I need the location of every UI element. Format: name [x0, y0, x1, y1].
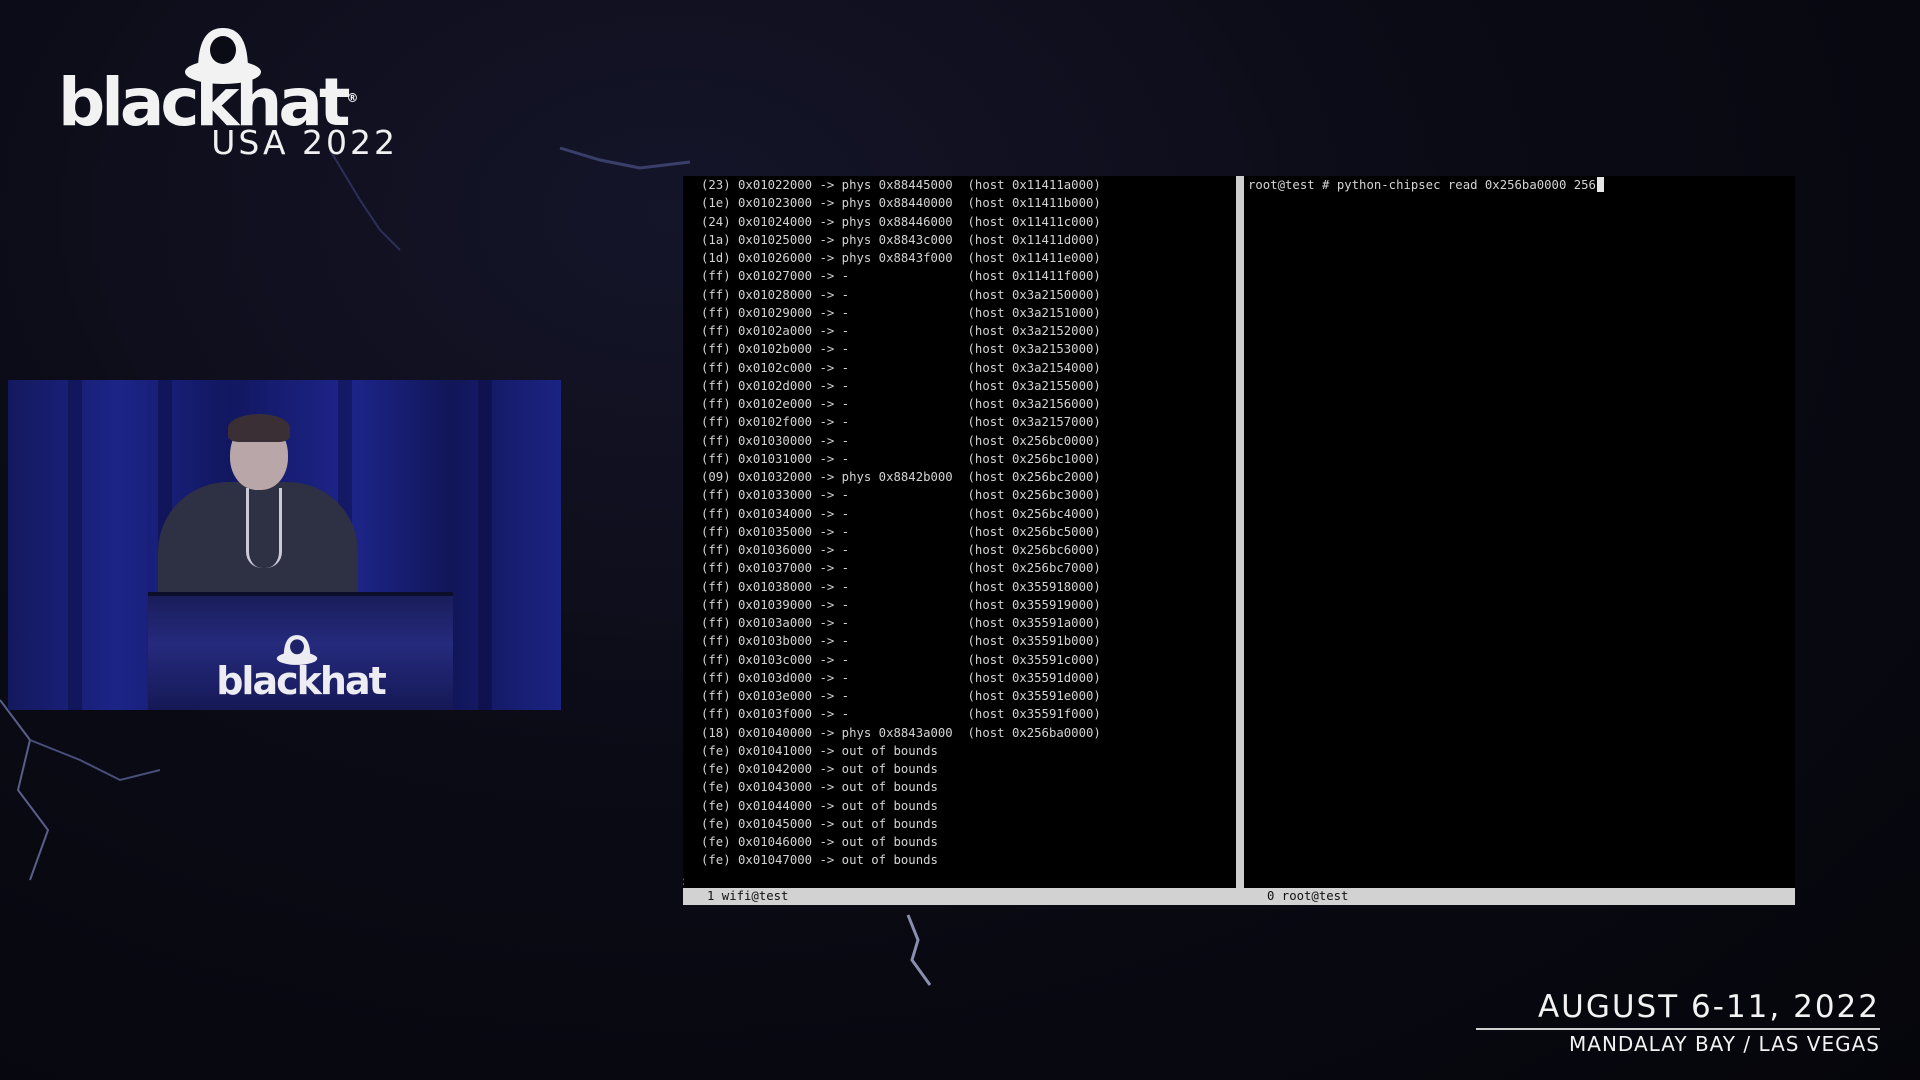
date-divider — [1476, 1028, 1880, 1030]
terminal-line: (ff) 0x0103c000 -> - (host 0x35591c000) — [701, 652, 1101, 667]
terminal-line: (ff) 0x0103b000 -> - (host 0x35591b000) — [701, 634, 1101, 649]
terminal-line: (fe) 0x01044000 -> out of bounds — [701, 798, 938, 813]
podium: blackhat — [148, 592, 453, 710]
terminal-line: (ff) 0x01034000 -> - (host 0x256bc4000) — [701, 506, 1101, 521]
pager-prompt: : — [683, 874, 686, 888]
terminal-line: (ff) 0x0103f000 -> - (host 0x35591f000) — [701, 707, 1101, 722]
terminal-line: (18) 0x01040000 -> phys 0x8843a000 (host… — [701, 725, 1101, 740]
speaker-hair — [228, 414, 290, 442]
terminal-pane-left[interactable]: (23) 0x01022000 -> phys 0x88445000 (host… — [683, 176, 1235, 888]
terminal-cursor — [1596, 177, 1604, 192]
window-tab-root[interactable]: 0 root@test — [1267, 888, 1348, 905]
terminal-line: (fe) 0x01041000 -> out of bounds — [701, 743, 938, 758]
speaker-video: blackhat — [8, 380, 561, 710]
terminal-line: (fe) 0x01042000 -> out of bounds — [701, 762, 938, 776]
pane-divider[interactable] — [1236, 176, 1244, 888]
terminal-line: (ff) 0x01037000 -> - (host 0x256bc7000) — [701, 561, 1101, 576]
terminal-line: (ff) 0x0103d000 -> - (host 0x35591d000) — [701, 670, 1101, 685]
terminal-line: (ff) 0x0102b000 -> - (host 0x3a2153000) — [701, 342, 1101, 357]
terminal-output: (23) 0x01022000 -> phys 0x88445000 (host… — [701, 176, 1101, 870]
terminal-line: (ff) 0x0103e000 -> - (host 0x35591e000) — [701, 689, 1101, 703]
terminal-line: (ff) 0x01029000 -> - (host 0x3a2151000) — [701, 305, 1101, 320]
shell-command-line[interactable]: root@test # python-chipsec read 0x256ba0… — [1248, 176, 1604, 194]
terminal-line: (ff) 0x0102e000 -> - (host 0x3a2156000) — [701, 397, 1101, 411]
shell-command-text: root@test # python-chipsec read 0x256ba0… — [1248, 178, 1596, 192]
terminal-line: (ff) 0x0102a000 -> - (host 0x3a2152000) — [701, 324, 1101, 338]
terminal-line: (ff) 0x0102f000 -> - (host 0x3a2157000) — [701, 415, 1101, 430]
logo-subtitle: USA 2022 — [211, 123, 398, 162]
terminal-line: (ff) 0x01033000 -> - (host 0x256bc3000) — [701, 488, 1101, 503]
blackhat-logo: blackhat® USA 2022 — [58, 26, 398, 162]
terminal-window[interactable]: (23) 0x01022000 -> phys 0x88445000 (host… — [683, 176, 1795, 905]
terminal-line: (09) 0x01032000 -> phys 0x8842b000 (host… — [701, 470, 1101, 484]
terminal-line: (1d) 0x01026000 -> phys 0x8843f000 (host… — [701, 251, 1101, 265]
window-tab-wifi[interactable]: 1 wifi@test — [707, 888, 788, 905]
terminal-line: (23) 0x01022000 -> phys 0x88445000 (host… — [701, 178, 1101, 192]
terminal-line: (fe) 0x01045000 -> out of bounds — [701, 816, 938, 831]
terminal-line: (fe) 0x01046000 -> out of bounds — [701, 835, 938, 849]
event-date: AUGUST 6-11, 2022 — [1537, 989, 1880, 1025]
speaker-lanyard — [246, 488, 282, 568]
terminal-line: (24) 0x01024000 -> phys 0x88446000 (host… — [701, 214, 1101, 229]
terminal-pane-right[interactable]: root@test # python-chipsec read 0x256ba0… — [1244, 176, 1795, 888]
terminal-line: (fe) 0x01043000 -> out of bounds — [701, 780, 938, 795]
terminal-line: (ff) 0x01031000 -> - (host 0x256bc1000) — [701, 451, 1101, 466]
terminal-line: (ff) 0x0102c000 -> - (host 0x3a2154000) — [701, 360, 1101, 375]
terminal-line: (ff) 0x01027000 -> - (host 0x11411f000) — [701, 269, 1101, 284]
terminal-line: (1e) 0x01023000 -> phys 0x88440000 (host… — [701, 196, 1101, 211]
podium-wordmark: blackhat — [216, 659, 387, 703]
event-venue: MANDALAY BAY / LAS VEGAS — [1569, 1032, 1880, 1056]
tmux-status-bar: 1 wifi@test 0 root@test — [683, 888, 1795, 905]
terminal-line: (ff) 0x01036000 -> - (host 0x256bc6000) — [701, 543, 1101, 557]
terminal-line: (ff) 0x01038000 -> - (host 0x355918000) — [701, 579, 1101, 594]
terminal-line: (ff) 0x01030000 -> - (host 0x256bc0000) — [701, 433, 1101, 448]
terminal-line: (ff) 0x01028000 -> - (host 0x3a2150000) — [701, 287, 1101, 302]
terminal-line: (ff) 0x0102d000 -> - (host 0x3a2155000) — [701, 378, 1101, 393]
terminal-line: (1a) 0x01025000 -> phys 0x8843c000 (host… — [701, 232, 1101, 247]
registered-mark: ® — [346, 91, 359, 105]
terminal-line: (ff) 0x01035000 -> - (host 0x256bc5000) — [701, 524, 1101, 539]
terminal-line: (fe) 0x01047000 -> out of bounds — [701, 853, 938, 868]
terminal-line: (ff) 0x0103a000 -> - (host 0x35591a000) — [701, 616, 1101, 630]
terminal-line: (ff) 0x01039000 -> - (host 0x355919000) — [701, 597, 1101, 612]
